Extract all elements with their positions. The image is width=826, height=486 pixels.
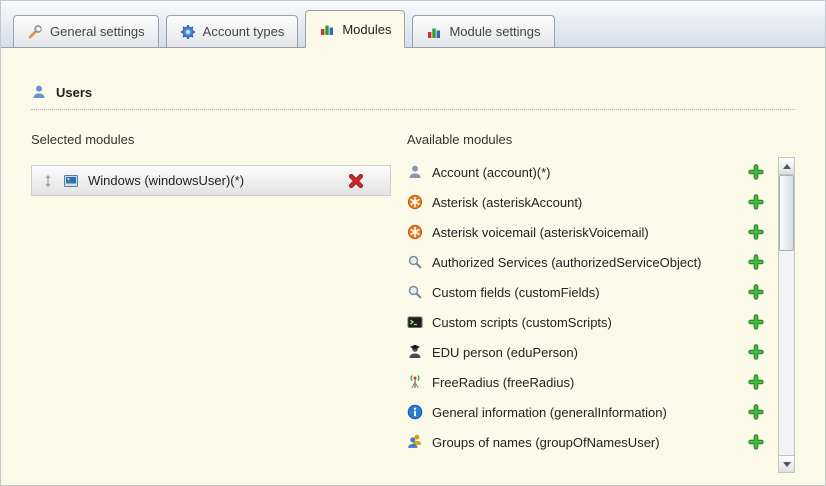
available-module-row: Asterisk (asteriskAccount) bbox=[407, 187, 770, 217]
remove-module-button[interactable] bbox=[348, 173, 364, 189]
drag-handle-icon bbox=[42, 174, 54, 188]
scroll-down-icon bbox=[783, 462, 791, 467]
available-module-row: FreeRadius (freeRadius) bbox=[407, 367, 770, 397]
module-label: Custom fields (customFields) bbox=[432, 285, 600, 300]
tab-module-settings[interactable]: Module settings bbox=[412, 15, 554, 47]
add-icon bbox=[748, 374, 764, 390]
module-label: Custom scripts (customScripts) bbox=[432, 315, 612, 330]
wrench-icon bbox=[27, 24, 43, 40]
script-icon bbox=[407, 314, 423, 330]
available-module-row: Account (account)(*) bbox=[407, 157, 770, 187]
add-module-button[interactable] bbox=[748, 224, 764, 240]
available-module-row: Authorized Services (authorizedServiceOb… bbox=[407, 247, 770, 277]
available-module-row: EDU person (eduPerson) bbox=[407, 337, 770, 367]
modules-icon bbox=[319, 21, 335, 37]
module-label: Authorized Services (authorizedServiceOb… bbox=[432, 255, 702, 270]
scrollbar[interactable] bbox=[778, 157, 795, 473]
module-label: Asterisk voicemail (asteriskVoicemail) bbox=[432, 225, 649, 240]
module-label: Windows (windowsUser)(*) bbox=[88, 173, 244, 188]
users-section-header: Users bbox=[31, 84, 795, 110]
windows-icon bbox=[63, 173, 79, 189]
tab-label: Account types bbox=[203, 24, 285, 39]
available-modules-list: Account (account)(*) Asterisk (asteriskAc… bbox=[407, 157, 770, 473]
add-icon bbox=[748, 314, 764, 330]
config-window: General settings Account types Modules Modu… bbox=[0, 0, 826, 486]
add-module-button[interactable] bbox=[748, 164, 764, 180]
add-module-button[interactable] bbox=[748, 314, 764, 330]
edu-person-icon bbox=[407, 344, 423, 360]
available-module-row: Groups of names (groupOfNamesUser) bbox=[407, 427, 770, 457]
selected-modules-list: Windows (windowsUser)(*) bbox=[31, 165, 391, 196]
add-module-button[interactable] bbox=[748, 194, 764, 210]
module-label: Account (account)(*) bbox=[432, 165, 551, 180]
selected-modules-heading: Selected modules bbox=[31, 132, 391, 147]
add-icon bbox=[748, 434, 764, 450]
account-icon bbox=[407, 164, 423, 180]
asterisk-voicemail-icon bbox=[407, 224, 423, 240]
add-module-button[interactable] bbox=[748, 254, 764, 270]
available-modules-body: Account (account)(*) Asterisk (asteriskAc… bbox=[407, 157, 795, 473]
tab-account-types[interactable]: Account types bbox=[166, 15, 299, 47]
selected-modules-column: Selected modules Windows (windowsUser)(*… bbox=[31, 126, 391, 473]
available-modules-heading: Available modules bbox=[407, 132, 795, 147]
add-icon bbox=[748, 254, 764, 270]
module-label: General information (generalInformation) bbox=[432, 405, 667, 420]
add-icon bbox=[748, 224, 764, 240]
module-label: FreeRadius (freeRadius) bbox=[432, 375, 574, 390]
add-module-button[interactable] bbox=[748, 284, 764, 300]
scrollbar-thumb[interactable] bbox=[779, 175, 794, 251]
tab-modules[interactable]: Modules bbox=[305, 10, 405, 48]
user-icon bbox=[31, 84, 47, 100]
available-module-row: Custom scripts (customScripts) bbox=[407, 307, 770, 337]
custom-fields-icon bbox=[407, 284, 423, 300]
module-columns: Selected modules Windows (windowsUser)(*… bbox=[31, 126, 795, 473]
available-module-row: General information (generalInformation) bbox=[407, 397, 770, 427]
scroll-down-button[interactable] bbox=[779, 455, 794, 472]
add-module-button[interactable] bbox=[748, 344, 764, 360]
module-label: Groups of names (groupOfNamesUser) bbox=[432, 435, 660, 450]
add-icon bbox=[748, 284, 764, 300]
info-icon bbox=[407, 404, 423, 420]
module-label: EDU person (eduPerson) bbox=[432, 345, 578, 360]
tab-general-settings[interactable]: General settings bbox=[13, 15, 159, 47]
tab-label: Module settings bbox=[449, 24, 540, 39]
asterisk-icon bbox=[407, 194, 423, 210]
section-title: Users bbox=[56, 85, 92, 100]
scroll-up-icon bbox=[783, 164, 791, 169]
selected-module-row[interactable]: Windows (windowsUser)(*) bbox=[31, 165, 391, 196]
add-icon bbox=[748, 194, 764, 210]
available-module-row: Asterisk voicemail (asteriskVoicemail) bbox=[407, 217, 770, 247]
tab-bar: General settings Account types Modules Modu… bbox=[1, 1, 825, 48]
available-modules-column: Available modules Account (account)(*) As… bbox=[407, 126, 795, 473]
magnifier-icon bbox=[407, 254, 423, 270]
module-label: Asterisk (asteriskAccount) bbox=[432, 195, 582, 210]
tab-label: General settings bbox=[50, 24, 145, 39]
modules-panel: Users Selected modules Windows (windowsU… bbox=[1, 84, 825, 473]
account-types-icon bbox=[180, 24, 196, 40]
add-module-button[interactable] bbox=[748, 374, 764, 390]
delete-icon bbox=[348, 173, 364, 189]
add-module-button[interactable] bbox=[748, 434, 764, 450]
tab-label: Modules bbox=[342, 22, 391, 37]
add-icon bbox=[748, 404, 764, 420]
module-settings-icon bbox=[426, 24, 442, 40]
add-icon bbox=[748, 344, 764, 360]
available-module-row: Custom fields (customFields) bbox=[407, 277, 770, 307]
add-module-button[interactable] bbox=[748, 404, 764, 420]
freeradius-icon bbox=[407, 374, 423, 390]
scroll-up-button[interactable] bbox=[779, 158, 794, 175]
add-icon bbox=[748, 164, 764, 180]
group-icon bbox=[407, 434, 423, 450]
